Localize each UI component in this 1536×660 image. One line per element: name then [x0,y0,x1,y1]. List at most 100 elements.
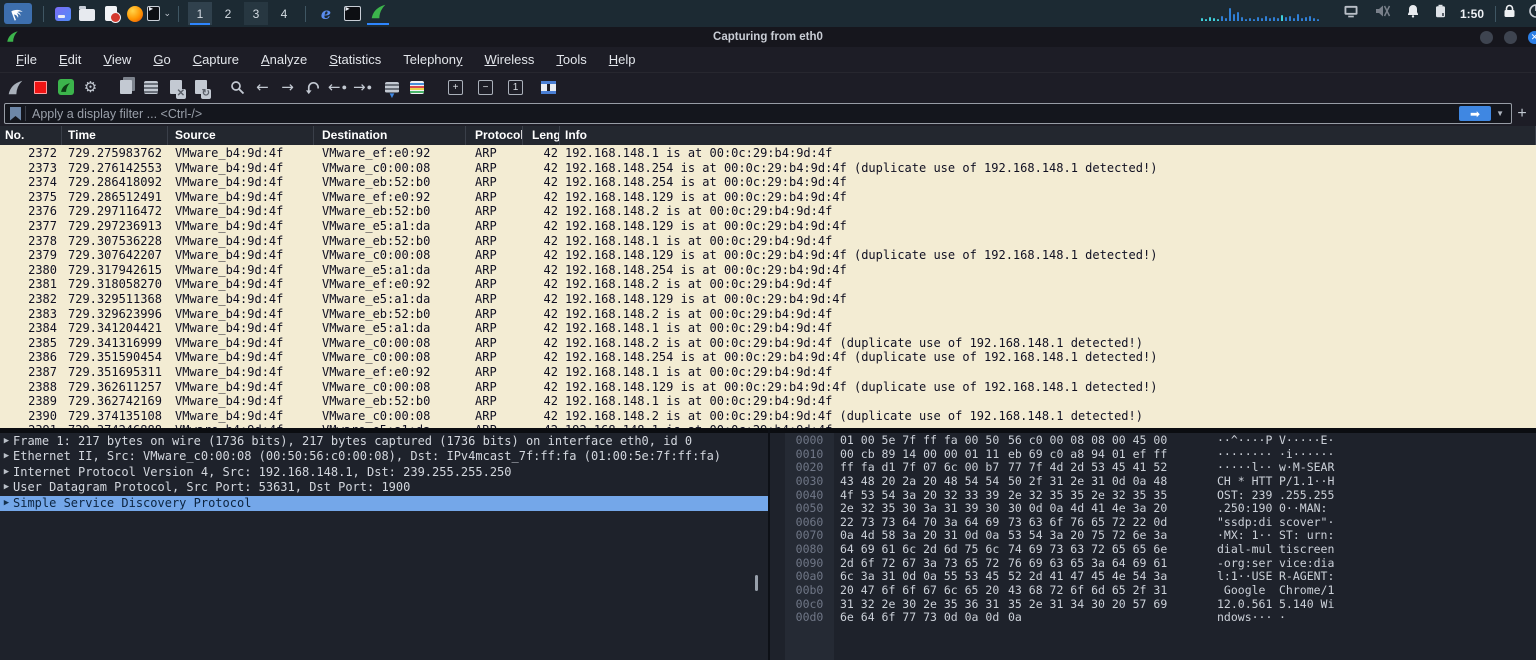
menu-analyze[interactable]: Analyze [250,47,318,72]
go-back-button[interactable]: ← [250,75,275,100]
lock-icon[interactable] [1503,4,1516,23]
notifications-icon[interactable] [1406,4,1420,23]
packet-row[interactable]: 2377729.297236913VMware_b4:9d:4fVMware_e… [0,219,1536,234]
packet-row[interactable]: 2374729.286418092VMware_b4:9d:4fVMware_e… [0,175,1536,190]
maximize-button[interactable] [1504,31,1517,44]
chevron-down-icon[interactable]: ⌄ [163,8,171,19]
packet-row[interactable]: 2384729.341204421VMware_b4:9d:4fVMware_e… [0,321,1536,336]
column-header-length[interactable]: Length [523,126,560,145]
bookmark-icon[interactable] [10,107,21,121]
hex-row[interactable]: 00502e 32 35 30 3a 31 39 3030 0d 0a 4d 4… [770,502,1536,516]
text-editor-app[interactable] [99,2,123,25]
menu-view[interactable]: View [92,47,142,72]
audio-muted-icon[interactable] [1374,4,1391,23]
hex-row[interactable]: 008064 69 61 6c 2d 6d 75 6c74 69 73 63 7… [770,543,1536,557]
expand-arrow-icon[interactable]: ▶ [0,449,13,464]
hex-row[interactable]: 00d06e 64 6f 77 73 0d 0a 0d0andows···· [770,611,1536,625]
workspace-2[interactable]: 2 [216,2,240,25]
hex-row[interactable]: 001000 cb 89 14 00 00 01 11eb 69 c0 a8 9… [770,448,1536,462]
packet-row[interactable]: 2390729.374135108VMware_b4:9d:4fVMware_c… [0,409,1536,424]
find-packet-button[interactable] [225,75,250,100]
colorize-button[interactable] [404,75,429,100]
detail-row[interactable]: ▶Simple Service Discovery Protocol [0,496,768,511]
packet-row[interactable]: 2379729.307642207VMware_b4:9d:4fVMware_c… [0,248,1536,263]
reload-file-button[interactable]: ↻ [188,75,213,100]
taskbar-terminal-app[interactable] [339,2,365,25]
display-icon[interactable] [1343,5,1359,23]
add-filter-button[interactable]: + [1512,105,1532,123]
column-header-protocol[interactable]: Protocol [466,126,523,145]
expand-arrow-icon[interactable]: ▶ [0,434,13,449]
close-file-button[interactable]: ✕ [163,75,188,100]
menu-statistics[interactable]: Statistics [318,47,392,72]
menu-capture[interactable]: Capture [182,47,250,72]
window-app[interactable] [51,2,75,25]
packet-row[interactable]: 2382729.329511368VMware_b4:9d:4fVMware_e… [0,292,1536,307]
packet-details-pane[interactable]: ▶Frame 1: 217 bytes on wire (1736 bits),… [0,433,768,660]
display-filter-input[interactable]: Apply a display filter ... <Ctrl-/> ➡ ▼ [4,103,1512,124]
kali-menu[interactable] [4,3,32,24]
packet-row[interactable]: 2378729.307536228VMware_b4:9d:4fVMware_e… [0,234,1536,249]
packet-row[interactable]: 2388729.362611257VMware_b4:9d:4fVMware_c… [0,380,1536,395]
column-header-source[interactable]: Source [168,126,314,145]
packet-row[interactable]: 2387729.351695311VMware_b4:9d:4fVMware_e… [0,365,1536,380]
hex-row[interactable]: 000001 00 5e 7f ff fa 00 5056 c0 00 08 0… [770,434,1536,448]
workspace-3[interactable]: 3 [244,2,268,25]
column-header-no[interactable]: No. [0,126,62,145]
menu-help[interactable]: Help [598,47,647,72]
detail-row[interactable]: ▶Ethernet II, Src: VMware_c0:00:08 (00:5… [0,449,768,464]
packet-row[interactable]: 2375729.286512491VMware_b4:9d:4fVMware_e… [0,190,1536,205]
menu-file[interactable]: File [5,47,48,72]
hex-row[interactable]: 00a06c 3a 31 0d 0a 55 53 4552 2d 41 47 4… [770,570,1536,584]
start-capture-button[interactable] [3,75,28,100]
detail-row[interactable]: ▶User Datagram Protocol, Src Port: 53631… [0,480,768,495]
auto-scroll-button[interactable]: ▼ [379,75,404,100]
go-forward-button[interactable]: → [275,75,300,100]
clock[interactable]: 1:50 [1460,7,1484,21]
window-titlebar[interactable]: Capturing from eth0 ✕ [0,27,1536,47]
apply-filter-button[interactable]: ➡ [1459,106,1491,121]
detail-row[interactable]: ▶Frame 1: 217 bytes on wire (1736 bits),… [0,434,768,449]
hex-row[interactable]: 0020ff fa d1 7f 07 6c 00 b777 7f 4d 2d 5… [770,461,1536,475]
column-header-destination[interactable]: Destination [314,126,466,145]
hex-row[interactable]: 006022 73 73 64 70 3a 64 6973 63 6f 76 6… [770,516,1536,530]
menu-edit[interactable]: Edit [48,47,92,72]
detail-row[interactable]: ▶Internet Protocol Version 4, Src: 192.1… [0,465,768,480]
packet-row[interactable]: 2385729.341316999VMware_b4:9d:4fVMware_c… [0,336,1536,351]
stop-capture-button[interactable] [28,75,53,100]
zoom-out-button[interactable]: − [473,75,498,100]
expand-arrow-icon[interactable]: ▶ [0,465,13,480]
packet-list[interactable]: 2372729.275983762VMware_b4:9d:4fVMware_e… [0,145,1536,428]
zoom-in-button[interactable]: + [443,75,468,100]
hex-row[interactable]: 00700a 4d 58 3a 20 31 0d 0a53 54 3a 20 7… [770,529,1536,543]
packet-row[interactable]: 2376729.297116472VMware_b4:9d:4fVMware_e… [0,204,1536,219]
menu-wireless[interactable]: Wireless [474,47,546,72]
go-to-packet-button[interactable] [300,75,325,100]
packet-row[interactable]: 2389729.362742169VMware_b4:9d:4fVMware_e… [0,394,1536,409]
packet-row[interactable]: 2373729.276142553VMware_b4:9d:4fVMware_c… [0,161,1536,176]
resize-columns-button[interactable] [536,75,561,100]
files-app[interactable] [75,2,99,25]
workspace-4[interactable]: 4 [272,2,296,25]
packet-row[interactable]: 2383729.329623996VMware_b4:9d:4fVMware_e… [0,307,1536,322]
capture-options-button[interactable]: ⚙ [78,75,103,100]
column-header-info[interactable]: Info [560,126,1536,145]
column-header-time[interactable]: Time [62,126,168,145]
power-icon[interactable] [1528,3,1536,24]
network-usage-graph[interactable] [1201,6,1319,21]
workspace-1[interactable]: 1 [188,2,212,25]
packet-bytes-pane[interactable]: 000001 00 5e 7f ff fa 00 5056 c0 00 08 0… [770,433,1536,660]
expand-arrow-icon[interactable]: ▶ [0,480,13,495]
minimize-button[interactable] [1480,31,1493,44]
terminal-launcher[interactable]: ⌄ [147,2,171,25]
hex-row[interactable]: 00404f 53 54 3a 20 32 33 392e 32 35 35 2… [770,489,1536,503]
details-scrollbar[interactable] [755,575,758,591]
packet-row[interactable]: 2386729.351590454VMware_b4:9d:4fVMware_c… [0,350,1536,365]
first-packet-button[interactable]: ←● [325,75,350,100]
menu-go[interactable]: Go [142,47,181,72]
packet-row[interactable]: 2372729.275983762VMware_b4:9d:4fVMware_e… [0,146,1536,161]
hex-row[interactable]: 00c031 32 2e 30 2e 35 36 3135 2e 31 34 3… [770,598,1536,612]
save-file-button[interactable] [138,75,163,100]
battery-icon[interactable] [1435,4,1446,23]
firefox-app[interactable] [123,2,147,25]
